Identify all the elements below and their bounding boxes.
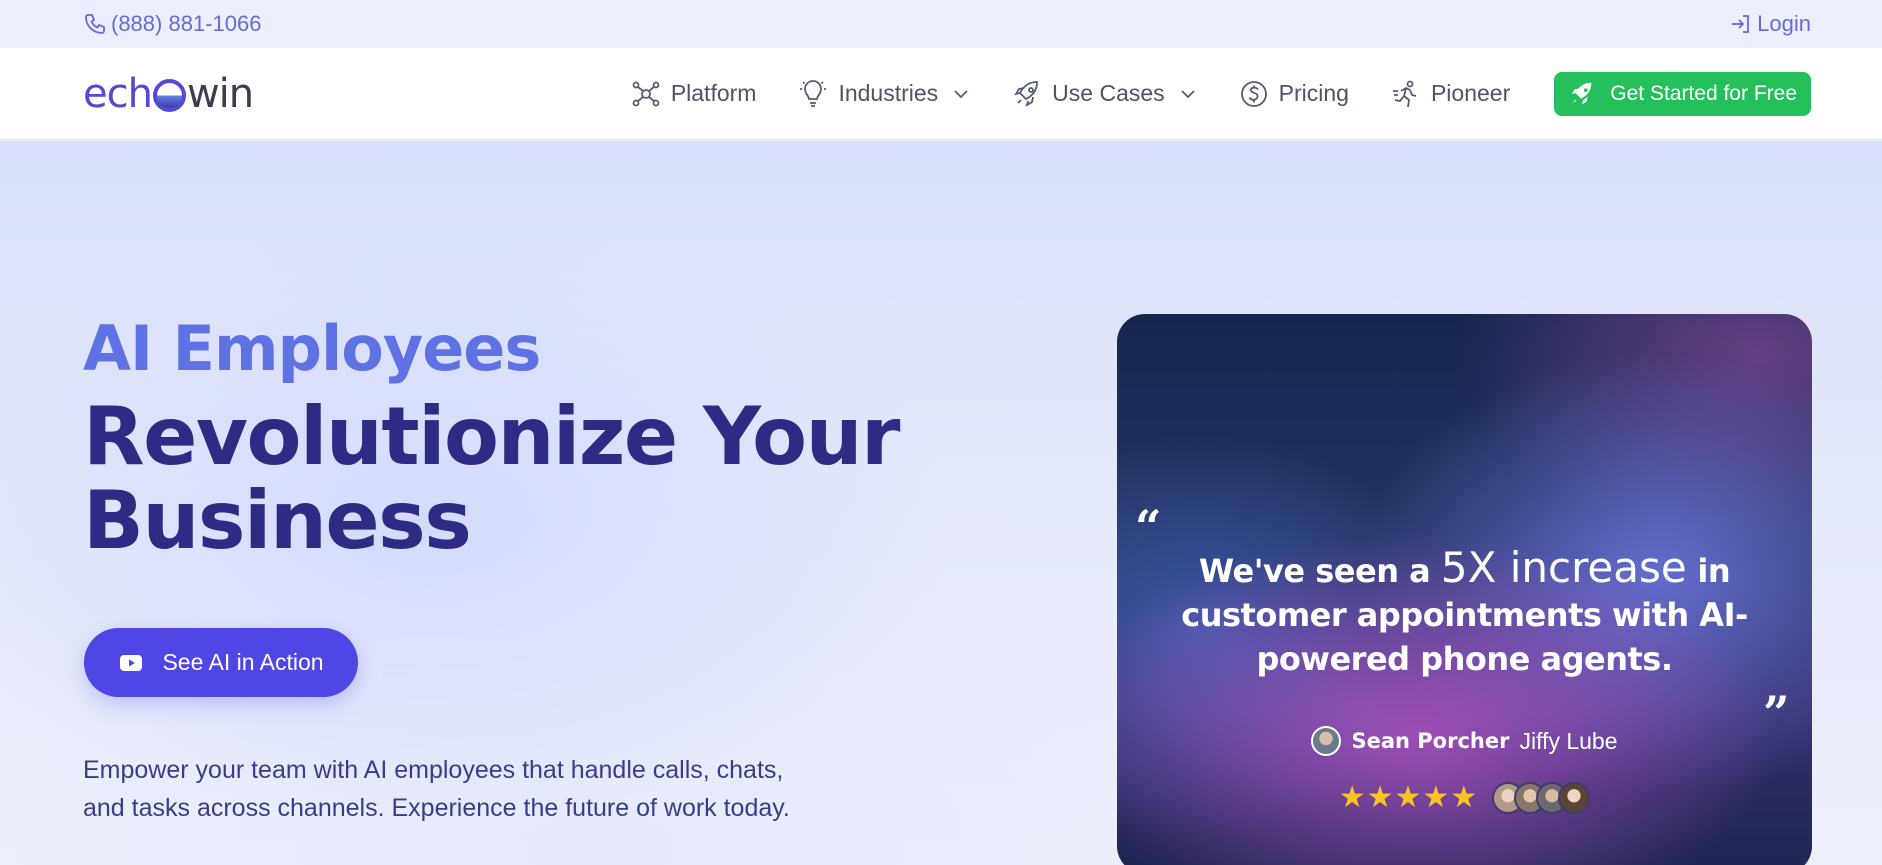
testimonial-author: Sean Porcher Jiffy Lube [1117,726,1812,756]
author-name: Sean Porcher [1351,729,1510,753]
video-play-icon [120,654,143,671]
get-started-button[interactable]: Get Started for Free [1554,71,1811,116]
nav-item-use-cases[interactable]: Use Cases [1012,79,1196,109]
nav-item-pricing[interactable]: Pricing [1239,79,1349,109]
customer-avatars [1492,781,1591,814]
phone-icon [85,14,105,34]
avatar [1558,781,1591,814]
logo-o-icon [152,79,186,112]
top-bar: (888) 881-1066 Login [0,0,1882,48]
nav-links: Platform Industries Use Cases Pricing Pi… [589,71,1811,116]
hero-headline: Revolutionize Your Business [83,395,903,563]
running-person-icon [1392,80,1417,107]
open-quote-icon: “ [1135,500,1162,554]
get-started-label: Get Started for Free [1610,81,1797,105]
nav-item-platform[interactable]: Platform [631,79,757,109]
star-rating-icon: ★★★★★ [1338,781,1479,814]
echowin-logo[interactable]: ech win [83,70,254,117]
logo-text-part2: win [186,70,254,117]
nav-item-industries[interactable]: Industries [798,79,970,109]
nav-item-label: Pioneer [1430,80,1511,106]
network-icon [632,81,660,106]
hero-subtext: Empower your team with AI employees that… [83,751,903,827]
testimonial-card: “ We've seen a 5X increase in customer a… [1117,314,1812,865]
dollar-circle-icon [1240,80,1267,107]
nav-item-label: Industries [838,80,939,106]
quote-pre: We've seen a [1198,552,1431,590]
quote-highlight: 5X increase [1440,543,1687,592]
login-link[interactable]: Login [1729,11,1811,37]
nav-item-label: Use Cases [1052,80,1165,106]
subtext-line-1: Empower your team with AI employees that… [83,756,784,784]
nav-item-pioneer[interactable]: Pioneer [1391,79,1510,109]
author-avatar [1311,726,1342,756]
see-ai-label: See AI in Action [162,649,324,675]
headline-line-2: Business [83,474,472,567]
logo-text-part1: ech [83,70,153,117]
rocket-icon [1571,82,1592,104]
chevron-down-icon [1181,89,1195,98]
phone-link[interactable]: (888) 881-1066 [83,11,261,37]
phone-number: (888) 881-1066 [111,11,262,36]
author-company: Jiffy Lube [1519,727,1618,754]
headline-line-1: Revolutionize Your [83,390,900,483]
rating-row: ★★★★★ [1117,780,1812,815]
login-label: Login [1757,11,1811,36]
rocket-icon [1014,80,1039,107]
nav-item-label: Platform [670,80,757,106]
main-nav: ech win Platform Industries Use Cases Pr… [0,48,1882,140]
nav-item-label: Pricing [1278,80,1349,106]
chevron-down-icon [954,89,968,98]
see-ai-in-action-button[interactable]: See AI in Action [84,628,358,697]
testimonial-quote: We've seen a 5X increase in customer app… [1157,546,1772,681]
subtext-line-2: and tasks across channels. Experience th… [83,794,790,822]
hero-eyebrow: AI Employees [83,312,541,385]
login-icon [1732,15,1750,33]
lightbulb-icon [800,79,827,107]
